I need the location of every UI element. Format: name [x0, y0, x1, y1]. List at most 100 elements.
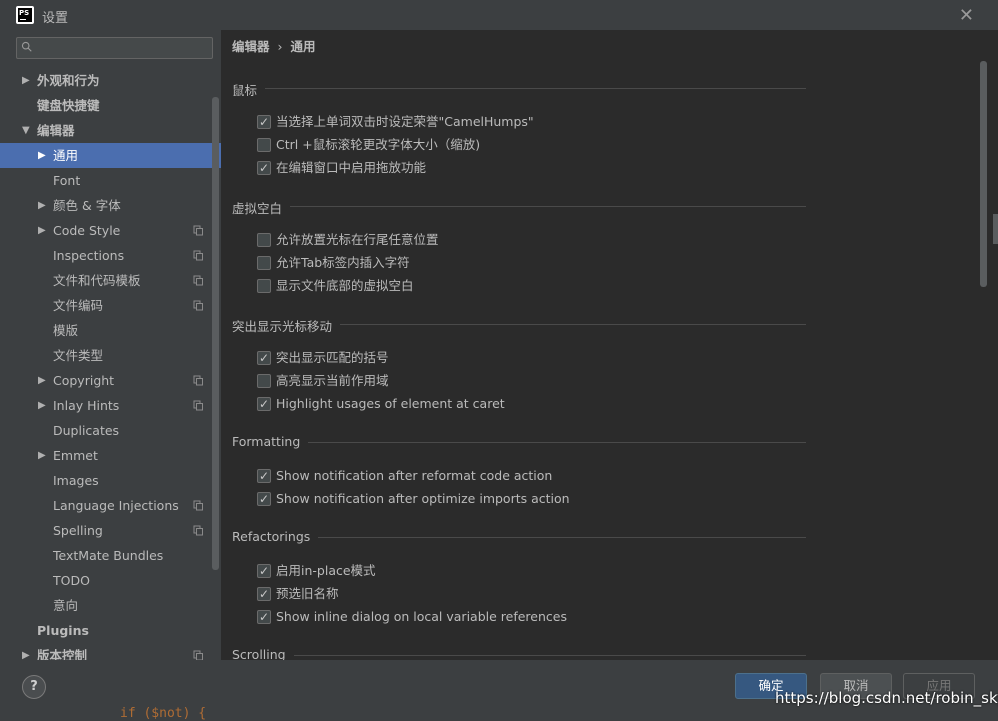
checkbox-checked[interactable] [257, 113, 271, 131]
settings-sidebar: ▶ 外观和行为 键盘快捷键 ▼ 编辑器 ▶ 通用 Font ▶ 颜色 & 字体 ▶ Code Styl… [0, 30, 221, 663]
sidebar-item[interactable]: TextMate Bundles [0, 543, 221, 568]
section-divider [308, 442, 806, 443]
checkbox-unchecked[interactable] [257, 233, 271, 247]
sidebar-item[interactable]: TODO [0, 568, 221, 593]
project-copy-icon [193, 400, 203, 411]
close-icon[interactable]: ✕ [959, 5, 974, 26]
sidebar-item-label: Language Injections [53, 498, 179, 513]
option-label[interactable]: 当选择上单词双击时设定荣誉"CamelHumps" [276, 113, 534, 131]
checkbox-checked[interactable] [257, 608, 271, 626]
sidebar-item[interactable]: Inspections [0, 243, 221, 268]
checkbox-unchecked[interactable] [257, 374, 271, 388]
checkbox-checked[interactable] [257, 159, 271, 177]
sidebar-item[interactable]: ▶ 通用 [0, 143, 221, 168]
checkbox-unchecked[interactable] [257, 256, 271, 270]
chevron-right-icon[interactable]: ▶ [38, 393, 46, 418]
chevron-right-icon[interactable]: ▶ [38, 143, 46, 168]
option-label[interactable]: 允许Tab标签内插入字符 [276, 254, 410, 272]
checkbox-checked[interactable] [257, 349, 271, 367]
section-title: Formatting [232, 434, 301, 449]
option-label[interactable]: Highlight usages of element at caret [276, 395, 505, 413]
sidebar-item-label: Images [53, 473, 99, 488]
sidebar-item[interactable]: 文件和代码模板 [0, 268, 221, 293]
checkbox-checked[interactable] [257, 395, 271, 413]
option-label[interactable]: 高亮显示当前作用域 [276, 372, 389, 390]
sidebar-item[interactable]: Plugins [0, 618, 221, 643]
project-copy-icon [193, 375, 203, 386]
checkbox-checked[interactable] [257, 467, 271, 485]
option-label[interactable]: 在编辑窗口中启用拖放功能 [276, 159, 426, 177]
option-label[interactable]: Show notification after optimize imports… [276, 490, 570, 508]
section-divider [265, 88, 806, 89]
sidebar-item-label: Emmet [53, 448, 98, 463]
sidebar-item[interactable]: 键盘快捷键 [0, 93, 221, 118]
option-label[interactable]: 显示文件底部的虚拟空白 [276, 277, 414, 295]
sidebar-scrollbar[interactable] [212, 97, 219, 570]
section-divider [290, 206, 806, 207]
background-code-peek: if ($not) { [120, 706, 207, 721]
option-label[interactable]: Ctrl +鼠标滚轮更改字体大小（缩放) [276, 136, 480, 154]
option-label[interactable]: 预选旧名称 [276, 585, 339, 603]
edge-strip [993, 214, 998, 244]
sidebar-item-label: Spelling [53, 523, 103, 538]
sidebar-item[interactable]: ▶ Inlay Hints [0, 393, 221, 418]
sidebar-item[interactable]: ▶ Emmet [0, 443, 221, 468]
sidebar-item-label: Copyright [53, 373, 115, 388]
option-label[interactable]: 启用in-place模式 [276, 562, 376, 580]
chevron-right-icon[interactable]: ▶ [38, 218, 46, 243]
option-label[interactable]: 突出显示匹配的括号 [276, 349, 389, 367]
breadcrumb-parent[interactable]: 编辑器 [232, 39, 270, 54]
section-title: Scrolling [232, 647, 286, 660]
chevron-right-icon[interactable]: ▶ [38, 443, 46, 468]
sidebar-item[interactable]: ▶ Copyright [0, 368, 221, 393]
sidebar-item[interactable]: Font [0, 168, 221, 193]
sidebar-item-label: Font [53, 173, 81, 188]
sidebar-item-label: Plugins [37, 623, 89, 638]
chevron-right-icon[interactable]: ▶ [22, 68, 30, 93]
settings-content: 编辑器 › 通用 鼠标当选择上单词双击时设定荣誉"CamelHumps" Ctrl +… [221, 30, 998, 660]
settings-search-input[interactable] [16, 37, 213, 59]
sidebar-item[interactable]: ▼ 编辑器 [0, 118, 221, 143]
option-label[interactable]: 允许放置光标在行尾任意位置 [276, 231, 439, 249]
sidebar-item[interactable]: 文件编码 [0, 293, 221, 318]
chevron-down-icon[interactable]: ▼ [22, 118, 30, 143]
app-icon-text: PS [18, 8, 32, 22]
sidebar-item-label: 键盘快捷键 [37, 98, 100, 113]
sidebar-item-label: 通用 [53, 148, 79, 163]
sidebar-item[interactable]: Spelling [0, 518, 221, 543]
sidebar-item[interactable]: Duplicates [0, 418, 221, 443]
section-title: 突出显示光标移动 [232, 319, 333, 334]
help-button[interactable]: ? [22, 675, 46, 699]
sidebar-item[interactable]: 意向 [0, 593, 221, 618]
section-divider [318, 537, 806, 538]
sidebar-item[interactable]: ▶ 外观和行为 [0, 68, 221, 93]
sidebar-item[interactable]: 模版 [0, 318, 221, 343]
project-copy-icon [193, 225, 203, 236]
sidebar-item-label: TODO [53, 573, 90, 588]
chevron-right-icon[interactable]: ▶ [38, 193, 46, 218]
sidebar-item[interactable]: Language Injections [0, 493, 221, 518]
checkbox-checked[interactable] [257, 585, 271, 603]
checkbox-checked[interactable] [257, 490, 271, 508]
section-title: 鼠标 [232, 83, 258, 98]
sidebar-item-label: 外观和行为 [37, 73, 100, 88]
sidebar-item[interactable]: ▶ Code Style [0, 218, 221, 243]
option-label[interactable]: Show notification after reformat code ac… [276, 467, 552, 485]
checkbox-unchecked[interactable] [257, 138, 271, 152]
title-bar: PS 设置 ✕ [0, 0, 998, 30]
checkbox-unchecked[interactable] [257, 279, 271, 293]
sidebar-item-label: TextMate Bundles [53, 548, 164, 563]
sidebar-item-label: 意向 [53, 598, 79, 613]
project-copy-icon [193, 300, 203, 311]
sidebar-item[interactable]: 文件类型 [0, 343, 221, 368]
settings-tree: ▶ 外观和行为 键盘快捷键 ▼ 编辑器 ▶ 通用 Font ▶ 颜色 & 字体 ▶ Code Styl… [0, 68, 221, 668]
chevron-right-icon[interactable]: ▶ [38, 368, 46, 393]
checkbox-checked[interactable] [257, 562, 271, 580]
sidebar-item[interactable]: ▶ 颜色 & 字体 [0, 193, 221, 218]
content-scrollbar[interactable] [980, 61, 987, 287]
dialog-footer: ? if ($not) { 确定 取消 应用 https://blog.csdn… [0, 660, 998, 721]
option-label[interactable]: Show inline dialog on local variable ref… [276, 608, 567, 626]
sidebar-item-label: 文件和代码模板 [53, 273, 141, 288]
project-copy-icon [193, 250, 203, 261]
sidebar-item[interactable]: Images [0, 468, 221, 493]
